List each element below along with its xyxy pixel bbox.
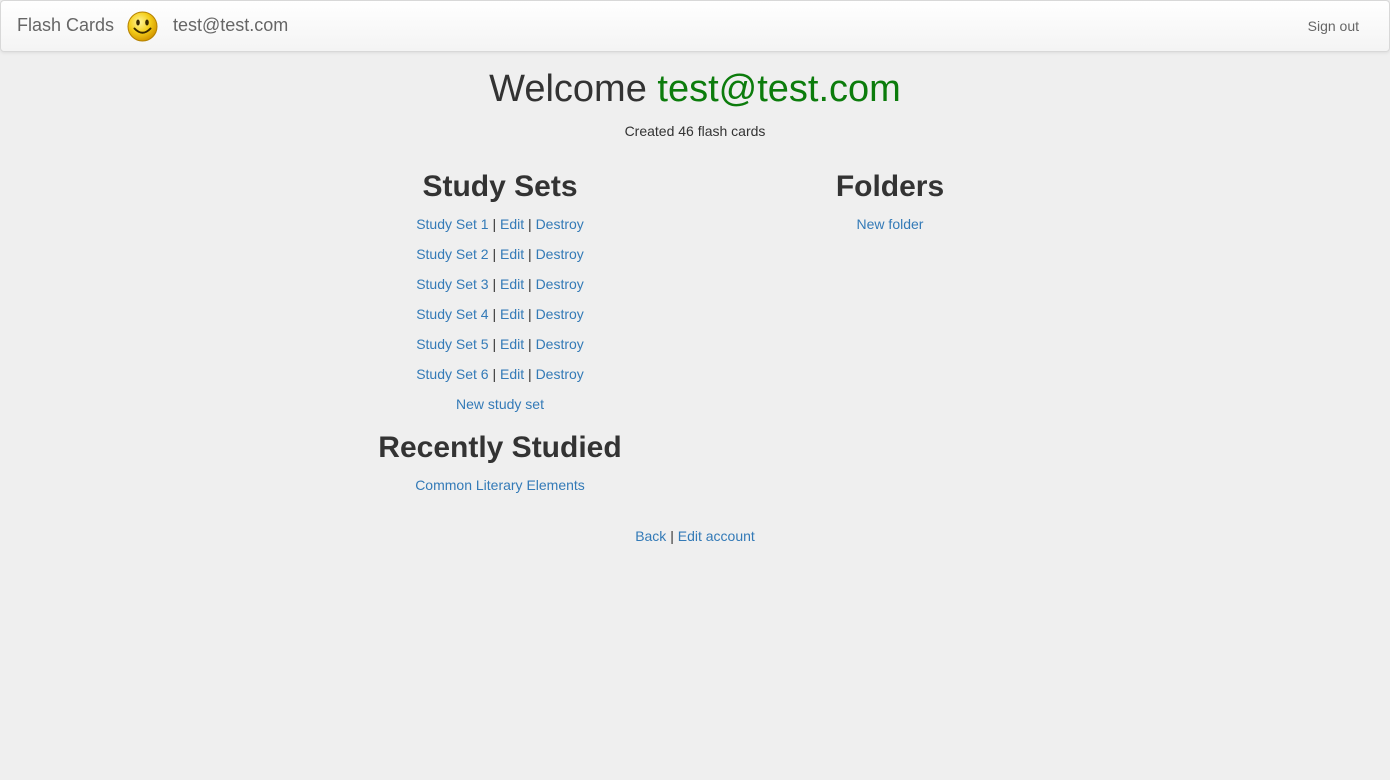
top-navbar: Flash Cards test@test.com Sign out	[0, 0, 1390, 52]
new-folder-link[interactable]: New folder	[857, 216, 924, 232]
recently-studied-title: Recently Studied	[378, 431, 622, 464]
study-set-list: Study Set 1 | Edit | Destroy Study Set 2 …	[300, 209, 700, 389]
edit-study-set-link[interactable]: Edit	[500, 336, 524, 352]
study-set-row: Study Set 6 | Edit | Destroy	[300, 359, 700, 389]
created-cards-count: Created 46 flash cards	[624, 123, 766, 139]
row-separator: |	[528, 216, 532, 232]
study-set-row: Study Set 4 | Edit | Destroy	[300, 299, 700, 329]
destroy-study-set-link[interactable]: Destroy	[536, 366, 584, 382]
row-separator: |	[492, 276, 497, 292]
back-link[interactable]: Back	[635, 528, 666, 544]
study-set-link[interactable]: Study Set 1	[416, 216, 488, 232]
study-set-link[interactable]: Study Set 4	[416, 306, 488, 322]
smiley-face-icon	[127, 11, 158, 42]
study-set-link[interactable]: Study Set 2	[416, 246, 488, 262]
destroy-study-set-link[interactable]: Destroy	[536, 246, 584, 262]
study-set-link[interactable]: Study Set 6	[416, 366, 488, 382]
folders-title: Folders	[835, 170, 945, 203]
welcome-heading: Welcome test@test.com	[0, 68, 1390, 111]
study-sets-section: Study Sets Study Set 1 | Edit | Destroy S…	[300, 168, 700, 495]
row-separator: |	[528, 306, 532, 322]
row-separator: |	[492, 336, 497, 352]
study-set-row: Study Set 5 | Edit | Destroy	[300, 329, 700, 359]
nav-user-email-link[interactable]: test@test.com	[173, 15, 288, 36]
sign-out-link[interactable]: Sign out	[1308, 18, 1359, 34]
row-separator: |	[492, 306, 497, 322]
brand-link[interactable]: Flash Cards	[17, 15, 114, 36]
welcome-prefix: Welcome	[489, 68, 647, 110]
row-separator: |	[528, 276, 532, 292]
destroy-study-set-link[interactable]: Destroy	[536, 306, 584, 322]
study-set-link[interactable]: Study Set 5	[416, 336, 488, 352]
edit-study-set-link[interactable]: Edit	[500, 366, 524, 382]
study-set-link[interactable]: Study Set 3	[416, 276, 488, 292]
footer-separator: |	[670, 528, 674, 544]
edit-account-link[interactable]: Edit account	[678, 528, 755, 544]
study-set-row: Study Set 2 | Edit | Destroy	[300, 239, 700, 269]
recently-studied-item[interactable]: Common Literary Elements	[415, 477, 585, 493]
study-sets-title: Study Sets	[422, 170, 578, 203]
destroy-study-set-link[interactable]: Destroy	[536, 336, 584, 352]
edit-study-set-link[interactable]: Edit	[500, 216, 524, 232]
row-separator: |	[528, 246, 532, 262]
study-set-row: Study Set 1 | Edit | Destroy	[300, 209, 700, 239]
edit-study-set-link[interactable]: Edit	[500, 306, 524, 322]
study-set-row: Study Set 3 | Edit | Destroy	[300, 269, 700, 299]
edit-study-set-link[interactable]: Edit	[500, 276, 524, 292]
row-separator: |	[528, 336, 532, 352]
destroy-study-set-link[interactable]: Destroy	[536, 216, 584, 232]
footer-links: Back | Edit account	[0, 528, 1390, 544]
edit-study-set-link[interactable]: Edit	[500, 246, 524, 262]
row-separator: |	[492, 216, 497, 232]
new-study-set-link[interactable]: New study set	[456, 396, 544, 412]
row-separator: |	[528, 366, 532, 382]
destroy-study-set-link[interactable]: Destroy	[536, 276, 584, 292]
folders-section: Folders New folder	[690, 168, 1090, 239]
row-separator: |	[492, 366, 497, 382]
row-separator: |	[492, 246, 497, 262]
welcome-email: test@test.com	[657, 68, 901, 110]
